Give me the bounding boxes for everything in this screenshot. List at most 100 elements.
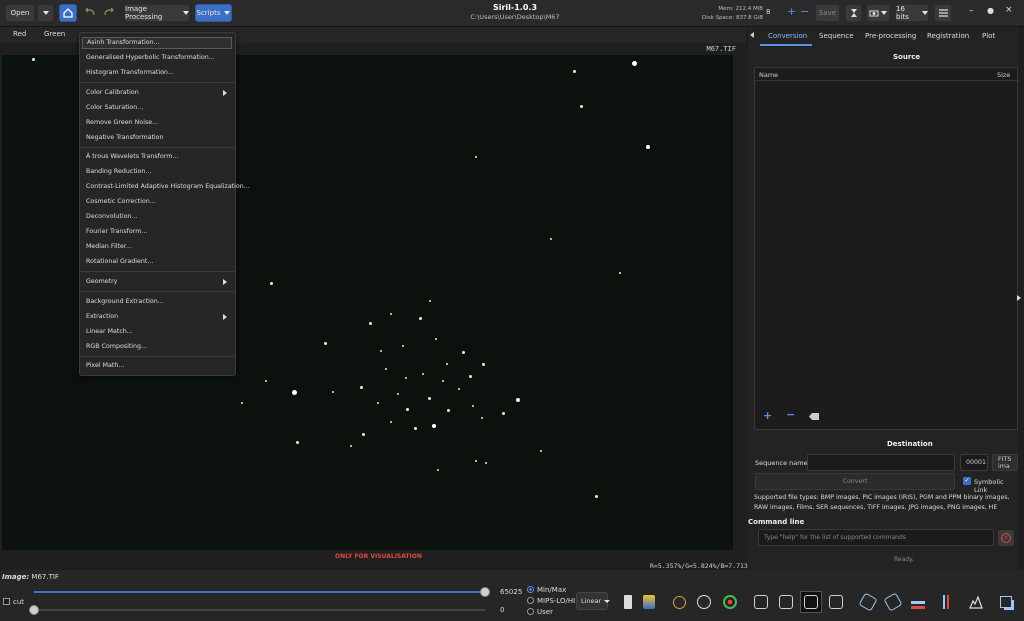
image-processing-menu-button[interactable]: Image Processing xyxy=(124,4,190,22)
bit-depth-selector[interactable]: 16 bits xyxy=(895,4,929,22)
image-name: M67.TIF xyxy=(31,573,59,581)
minimize-icon[interactable]: – xyxy=(969,6,974,16)
menu-item-negative[interactable]: Negative Transformation xyxy=(86,134,164,141)
minus-icon[interactable]: − xyxy=(800,5,809,18)
plus-icon[interactable]: + xyxy=(787,5,796,18)
menu-item-pixel-math[interactable]: Pixel Math... xyxy=(86,362,124,369)
menu-item-asinh[interactable]: Asinh Transformation... xyxy=(82,37,232,49)
menu-item-extraction[interactable]: Extraction xyxy=(86,313,118,320)
menu-item-color-calibration[interactable]: Color Calibration xyxy=(86,89,139,96)
sequence-number-input[interactable]: 00001 xyxy=(960,454,988,471)
header-divider xyxy=(755,80,1019,81)
tab-pre-processing[interactable]: Pre-processing xyxy=(865,32,916,40)
rgb-view-icon[interactable] xyxy=(750,591,772,613)
align-icon[interactable] xyxy=(907,591,929,613)
radio-mips[interactable] xyxy=(527,597,534,604)
sequence-name-input[interactable] xyxy=(807,454,955,471)
min-slider-track[interactable] xyxy=(34,609,486,611)
source-file-list[interactable]: Name Size xyxy=(754,67,1019,430)
home-button[interactable] xyxy=(59,4,77,22)
menu-item-linear-match[interactable]: Linear Match... xyxy=(86,328,133,335)
rotate-icon[interactable] xyxy=(857,591,879,613)
psf-icon[interactable] xyxy=(800,591,822,613)
display-mode-value: Linear xyxy=(581,597,602,605)
compass-icon[interactable] xyxy=(668,591,690,613)
output-format-select[interactable]: FITS ima xyxy=(992,454,1018,471)
histogram-icon[interactable] xyxy=(965,591,987,613)
maximize-icon[interactable]: ● xyxy=(987,6,994,15)
menu-item-background-extraction[interactable]: Background Extraction... xyxy=(86,298,164,305)
menu-item-clahe[interactable]: Contrast-Limited Adaptive Histogram Equa… xyxy=(86,183,250,190)
menu-item-banding[interactable]: Banding Reduction... xyxy=(86,168,151,175)
menu-item-deconvolution[interactable]: Deconvolution... xyxy=(86,213,137,220)
menu-item-color-saturation[interactable]: Color Saturation... xyxy=(86,104,143,111)
max-slider-handle[interactable] xyxy=(480,587,490,597)
tab-registration[interactable]: Registration xyxy=(927,32,969,40)
tab-plot[interactable]: Plot xyxy=(982,32,995,40)
thread-count[interactable]: 8 xyxy=(766,8,770,16)
collapse-left-icon[interactable] xyxy=(750,32,754,38)
star xyxy=(362,433,365,436)
max-value[interactable]: 65025 xyxy=(500,588,522,596)
display-mode-select[interactable]: Linear xyxy=(576,592,611,610)
crop-icon[interactable] xyxy=(933,591,955,613)
menu-item-fourier[interactable]: Fourier Transform... xyxy=(86,228,147,235)
menu-item-geometry[interactable]: Geometry xyxy=(86,278,117,285)
star xyxy=(292,390,297,395)
cut-checkbox[interactable] xyxy=(3,598,10,605)
save-button[interactable]: Save xyxy=(815,4,840,22)
min-slider-handle[interactable] xyxy=(29,605,39,615)
screenshot-button[interactable] xyxy=(866,4,890,22)
menu-item-wavelets[interactable]: À trous Wavelets Transform... xyxy=(86,153,178,160)
mirror-icon[interactable] xyxy=(882,591,904,613)
star xyxy=(437,469,439,471)
add-files-icon[interactable]: + xyxy=(763,409,772,422)
menu-item-rotational-gradient[interactable]: Rotational Gradient... xyxy=(86,258,153,265)
command-input[interactable]: Type "help" for the list of supported co… xyxy=(758,529,994,546)
photometry-icon[interactable] xyxy=(775,591,797,613)
column-size-header[interactable]: Size xyxy=(997,71,1010,79)
symbolic-link-checkbox[interactable]: ✓ xyxy=(963,477,971,485)
menu-separator xyxy=(80,147,235,148)
statistics-icon[interactable] xyxy=(825,591,847,613)
column-name-header[interactable]: Name xyxy=(759,71,778,79)
chevron-down-icon xyxy=(224,11,231,15)
expand-panel-icon[interactable] xyxy=(1017,295,1021,301)
menu-item-ght[interactable]: Generalised Hyperbolic Transformation... xyxy=(86,54,215,61)
globe-icon[interactable] xyxy=(693,591,715,613)
min-value[interactable]: 0 xyxy=(500,606,504,614)
menu-item-median[interactable]: Median Filter... xyxy=(86,243,132,250)
close-icon[interactable]: × xyxy=(1005,5,1013,15)
scripts-menu-button[interactable]: Scripts xyxy=(195,4,232,22)
snapshot-button[interactable] xyxy=(845,4,862,22)
tab-red[interactable]: Red xyxy=(13,30,26,38)
color-map-icon[interactable] xyxy=(638,591,660,613)
menu-item-rgb-compositing[interactable]: RGB Compositing... xyxy=(86,343,147,350)
tab-conversion[interactable]: Conversion xyxy=(768,32,807,40)
radio-minmax[interactable] xyxy=(527,586,534,593)
max-slider-track[interactable] xyxy=(34,591,486,593)
star xyxy=(446,363,448,365)
layers-icon[interactable] xyxy=(995,591,1017,613)
remove-file-icon[interactable]: − xyxy=(786,408,795,421)
open-dropdown-button[interactable] xyxy=(37,4,54,22)
tab-sequence[interactable]: Sequence xyxy=(819,32,854,40)
target-icon[interactable] xyxy=(719,591,741,613)
undo-icon[interactable] xyxy=(84,7,96,19)
radio-user[interactable] xyxy=(527,608,534,615)
star xyxy=(447,409,450,412)
tab-green[interactable]: Green xyxy=(44,30,65,38)
hamburger-menu-button[interactable] xyxy=(934,4,952,22)
menu-item-histogram[interactable]: Histogram Transformation... xyxy=(86,69,174,76)
star xyxy=(390,313,392,315)
radio-mips-label: MIPS-LO/HI xyxy=(537,597,576,605)
convert-button[interactable]: Convert xyxy=(755,473,955,490)
menu-item-cosmetic[interactable]: Cosmetic Correction... xyxy=(86,198,156,205)
star xyxy=(435,338,437,340)
menu-item-remove-green-noise[interactable]: Remove Green Noise... xyxy=(86,119,158,126)
clear-command-button[interactable]: × xyxy=(998,530,1014,546)
open-button[interactable]: Open xyxy=(5,4,35,22)
redo-icon[interactable] xyxy=(103,7,115,19)
star xyxy=(296,441,299,444)
negative-view-icon[interactable] xyxy=(617,591,639,613)
